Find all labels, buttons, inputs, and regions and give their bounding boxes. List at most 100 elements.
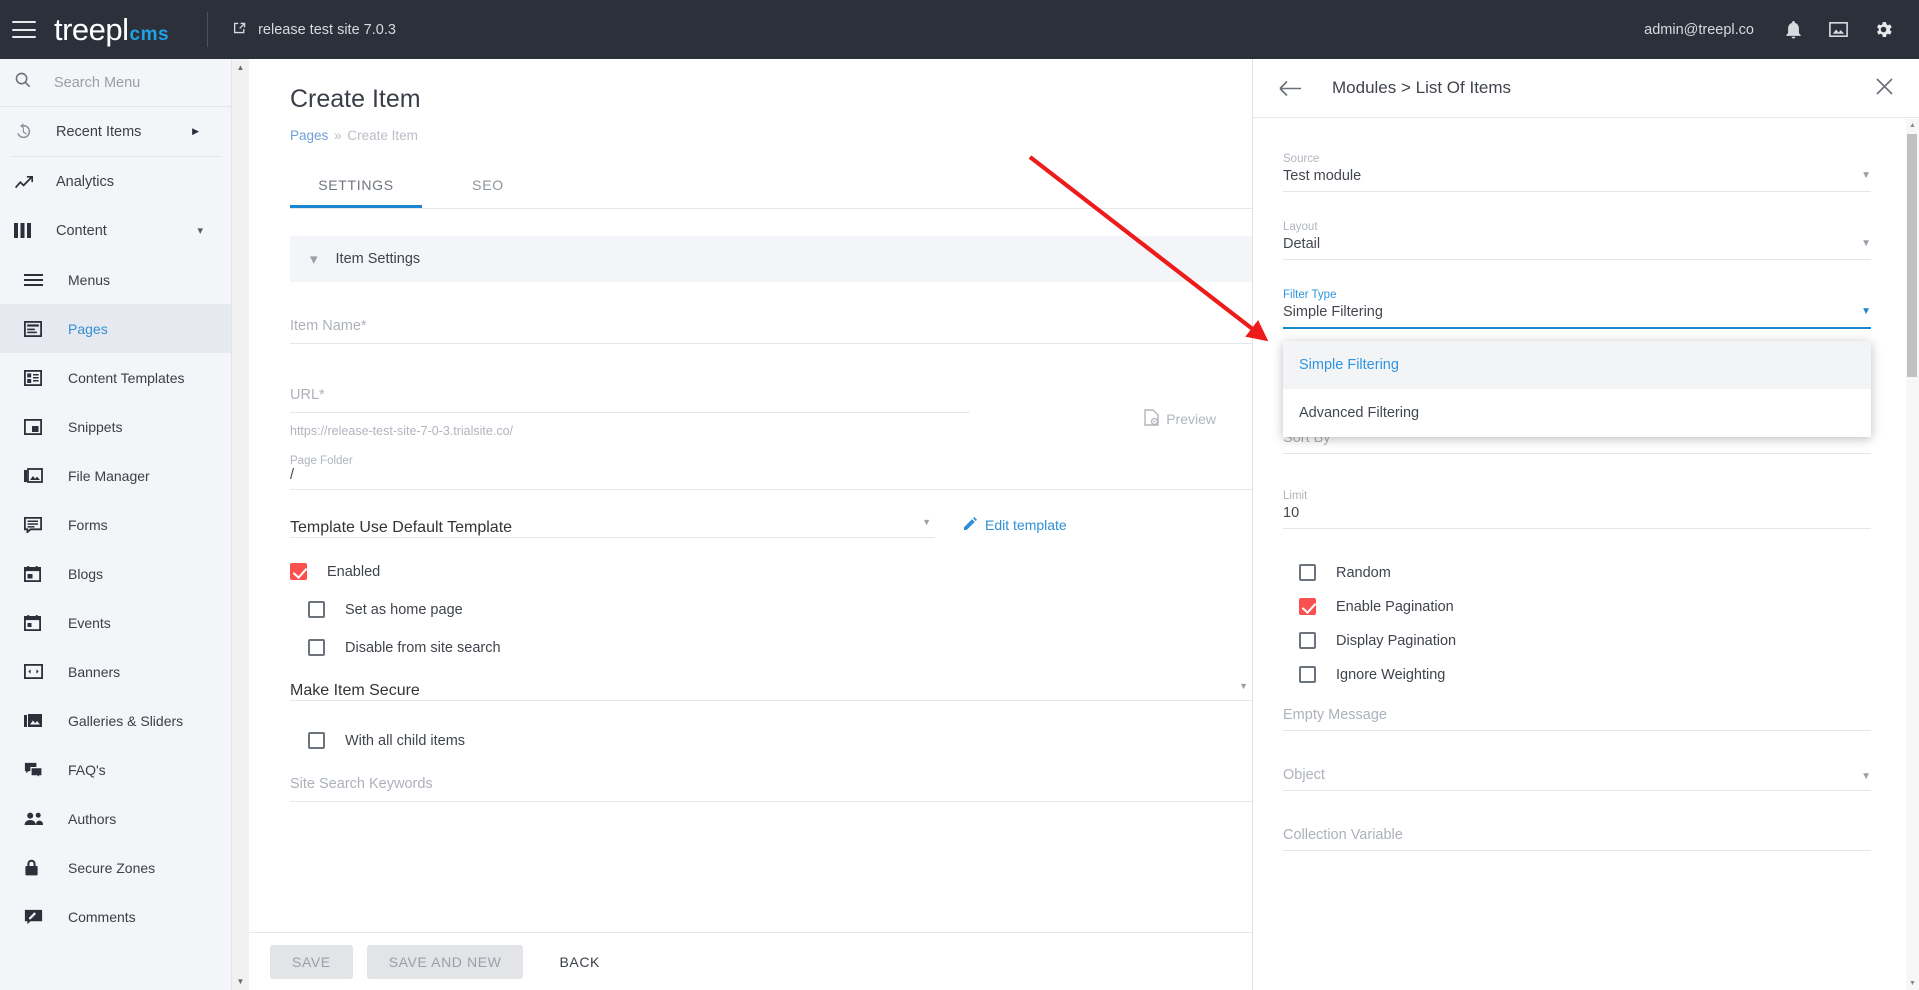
checkbox-box[interactable]: [1299, 598, 1316, 615]
back-button[interactable]: BACK: [537, 945, 622, 979]
sidebar-item-menus[interactable]: Menus: [0, 255, 231, 304]
comment-edit-icon: [24, 909, 50, 925]
sidebar-item-blogs[interactable]: Blogs: [0, 549, 231, 598]
dropdown-option-advanced-filtering[interactable]: Advanced Filtering: [1283, 389, 1871, 437]
arrow-left-icon[interactable]: [1279, 80, 1302, 97]
main-scrollbar[interactable]: ▲ ▼: [232, 59, 249, 990]
sidebar-item-label: Galleries & Sliders: [68, 712, 184, 729]
collection-variable-field[interactable]: Collection Variable: [1283, 827, 1871, 851]
checkbox-ignore-weighting[interactable]: Ignore Weighting: [1283, 666, 1871, 683]
checkbox-box[interactable]: [1299, 564, 1316, 581]
search-menu-row[interactable]: Search Menu: [0, 59, 231, 107]
sidebar-item-file-manager[interactable]: File Manager: [0, 451, 231, 500]
empty-message-field[interactable]: Empty Message: [1283, 707, 1871, 731]
sidebar-item-analytics[interactable]: Analytics: [0, 157, 231, 206]
template-select[interactable]: Template Use Default Template ▼: [290, 517, 935, 538]
tab-settings[interactable]: SETTINGS: [290, 167, 422, 208]
search-input[interactable]: Search Menu: [54, 75, 140, 91]
history-icon: [14, 122, 40, 141]
source-value: Test module: [1283, 168, 1362, 184]
edit-template-link[interactable]: Edit template: [963, 516, 1067, 538]
sidebar-item-forms[interactable]: Forms: [0, 500, 231, 549]
sidebar-item-snippets[interactable]: Snippets: [0, 402, 231, 451]
scroll-up-icon[interactable]: ▲: [232, 59, 249, 76]
filter-type-select[interactable]: Filter Type Simple Filtering ▼ Simple Fi…: [1283, 289, 1871, 437]
chevron-down-icon: ▾: [310, 251, 318, 268]
source-select[interactable]: Source Test module ▼: [1283, 153, 1871, 192]
bell-icon[interactable]: [1782, 18, 1805, 41]
checkbox-enable-pagination[interactable]: Enable Pagination: [1283, 598, 1871, 615]
field-underline: [290, 801, 1252, 802]
checkbox-label: With all child items: [345, 732, 466, 749]
sidebar-item-label: Secure Zones: [68, 859, 156, 876]
scroll-down-icon[interactable]: ▼: [232, 973, 249, 990]
item-name-field[interactable]: Item Name*: [290, 318, 1252, 344]
site-search-keywords-field[interactable]: Site Search Keywords: [290, 776, 1252, 802]
user-email[interactable]: admin@treepl.co: [1644, 22, 1754, 38]
checkbox-with-all-child-items[interactable]: With all child items: [308, 732, 1252, 749]
save-and-new-button[interactable]: SAVE AND NEW: [366, 944, 524, 979]
sidebar-item-authors[interactable]: Authors: [0, 794, 231, 843]
panel-scrollbar[interactable]: ▲ ▼: [1906, 119, 1919, 990]
sidebar-item-content-templates[interactable]: Content Templates: [0, 353, 231, 402]
checkbox-box[interactable]: [1299, 666, 1316, 683]
save-button[interactable]: SAVE: [270, 944, 353, 979]
sidebar-item-pages[interactable]: Pages: [0, 304, 231, 353]
page-title: Create Item: [290, 85, 421, 113]
chevron-down-icon[interactable]: ▼: [1861, 306, 1871, 317]
menu-lines-icon: [24, 273, 50, 286]
limit-field[interactable]: Limit 10: [1283, 490, 1871, 529]
sidebar-item-content[interactable]: Content ▾: [0, 206, 231, 255]
layout-select[interactable]: Layout Detail ▼: [1283, 221, 1871, 260]
object-select[interactable]: Object ▼: [1283, 767, 1871, 791]
checkbox-random[interactable]: Random: [1283, 564, 1871, 581]
page-folder-field[interactable]: Page Folder /: [290, 455, 1252, 490]
tab-seo[interactable]: SEO: [422, 167, 554, 208]
source-label: Source: [1283, 153, 1320, 165]
pencil-icon: [963, 516, 985, 534]
checkbox-box[interactable]: [308, 639, 325, 656]
sidebar-item-label: Recent Items: [56, 123, 142, 140]
chevron-down-icon[interactable]: ▼: [1861, 238, 1871, 249]
checkbox-set-as-home-page[interactable]: Set as home page: [308, 601, 1252, 618]
image-icon[interactable]: [1827, 18, 1850, 41]
scroll-down-icon[interactable]: ▼: [1906, 977, 1919, 990]
sidebar-item-secure-zones[interactable]: Secure Zones: [0, 843, 231, 892]
breadcrumb-pages-link[interactable]: Pages: [290, 128, 328, 143]
chevron-down-icon[interactable]: ▼: [1861, 170, 1871, 181]
sidebar-item-galleries-sliders[interactable]: Galleries & Sliders: [0, 696, 231, 745]
checkbox-box[interactable]: [1299, 632, 1316, 649]
close-icon[interactable]: [1876, 77, 1893, 99]
checkbox-box[interactable]: [308, 601, 325, 618]
field-underline: [1283, 191, 1871, 192]
hamburger-icon[interactable]: [12, 21, 36, 38]
checkbox-display-pagination[interactable]: Display Pagination: [1283, 632, 1871, 649]
scrollbar-thumb[interactable]: [1907, 134, 1917, 377]
preview-button[interactable]: Preview: [1144, 409, 1216, 429]
scroll-up-icon[interactable]: ▲: [1906, 119, 1919, 132]
make-item-secure-field[interactable]: Make Item Secure ▼: [290, 681, 1252, 701]
form-action-bar: SAVE SAVE AND NEW BACK: [249, 932, 1252, 990]
panel-checkbox-group: Random Enable Pagination Display Paginat…: [1283, 564, 1871, 683]
field-underline: [290, 343, 1252, 344]
checkbox-box[interactable]: [308, 732, 325, 749]
sidebar-item-banners[interactable]: Banners: [0, 647, 231, 696]
chevron-down-icon[interactable]: ▼: [1861, 771, 1871, 782]
dropdown-option-simple-filtering[interactable]: Simple Filtering: [1283, 341, 1871, 389]
sidebar-item-label: FAQ's: [68, 761, 106, 778]
checkbox-box[interactable]: [290, 563, 307, 580]
sidebar: Search Menu Recent Items ▶ Analytics Con…: [0, 59, 232, 990]
sidebar-item-label: Events: [68, 614, 111, 631]
sidebar-item-faqs[interactable]: FAQ's: [0, 745, 231, 794]
sidebar-item-comments[interactable]: Comments: [0, 892, 231, 941]
preview-label: Preview: [1166, 411, 1216, 427]
sidebar-item-recent-items[interactable]: Recent Items ▶: [0, 107, 231, 156]
checkbox-disable-from-site-search[interactable]: Disable from site search: [308, 639, 1252, 656]
checkbox-enabled[interactable]: Enabled: [290, 563, 1252, 580]
gear-icon[interactable]: [1872, 18, 1895, 41]
app-logo[interactable]: treepl cms: [54, 14, 169, 45]
item-settings-section-header[interactable]: ▾ Item Settings: [290, 236, 1252, 282]
sidebar-item-events[interactable]: Events: [0, 598, 231, 647]
url-field[interactable]: URL* Preview https://release-test-site-7…: [290, 387, 1252, 438]
site-name-link[interactable]: release test site 7.0.3: [232, 20, 396, 40]
